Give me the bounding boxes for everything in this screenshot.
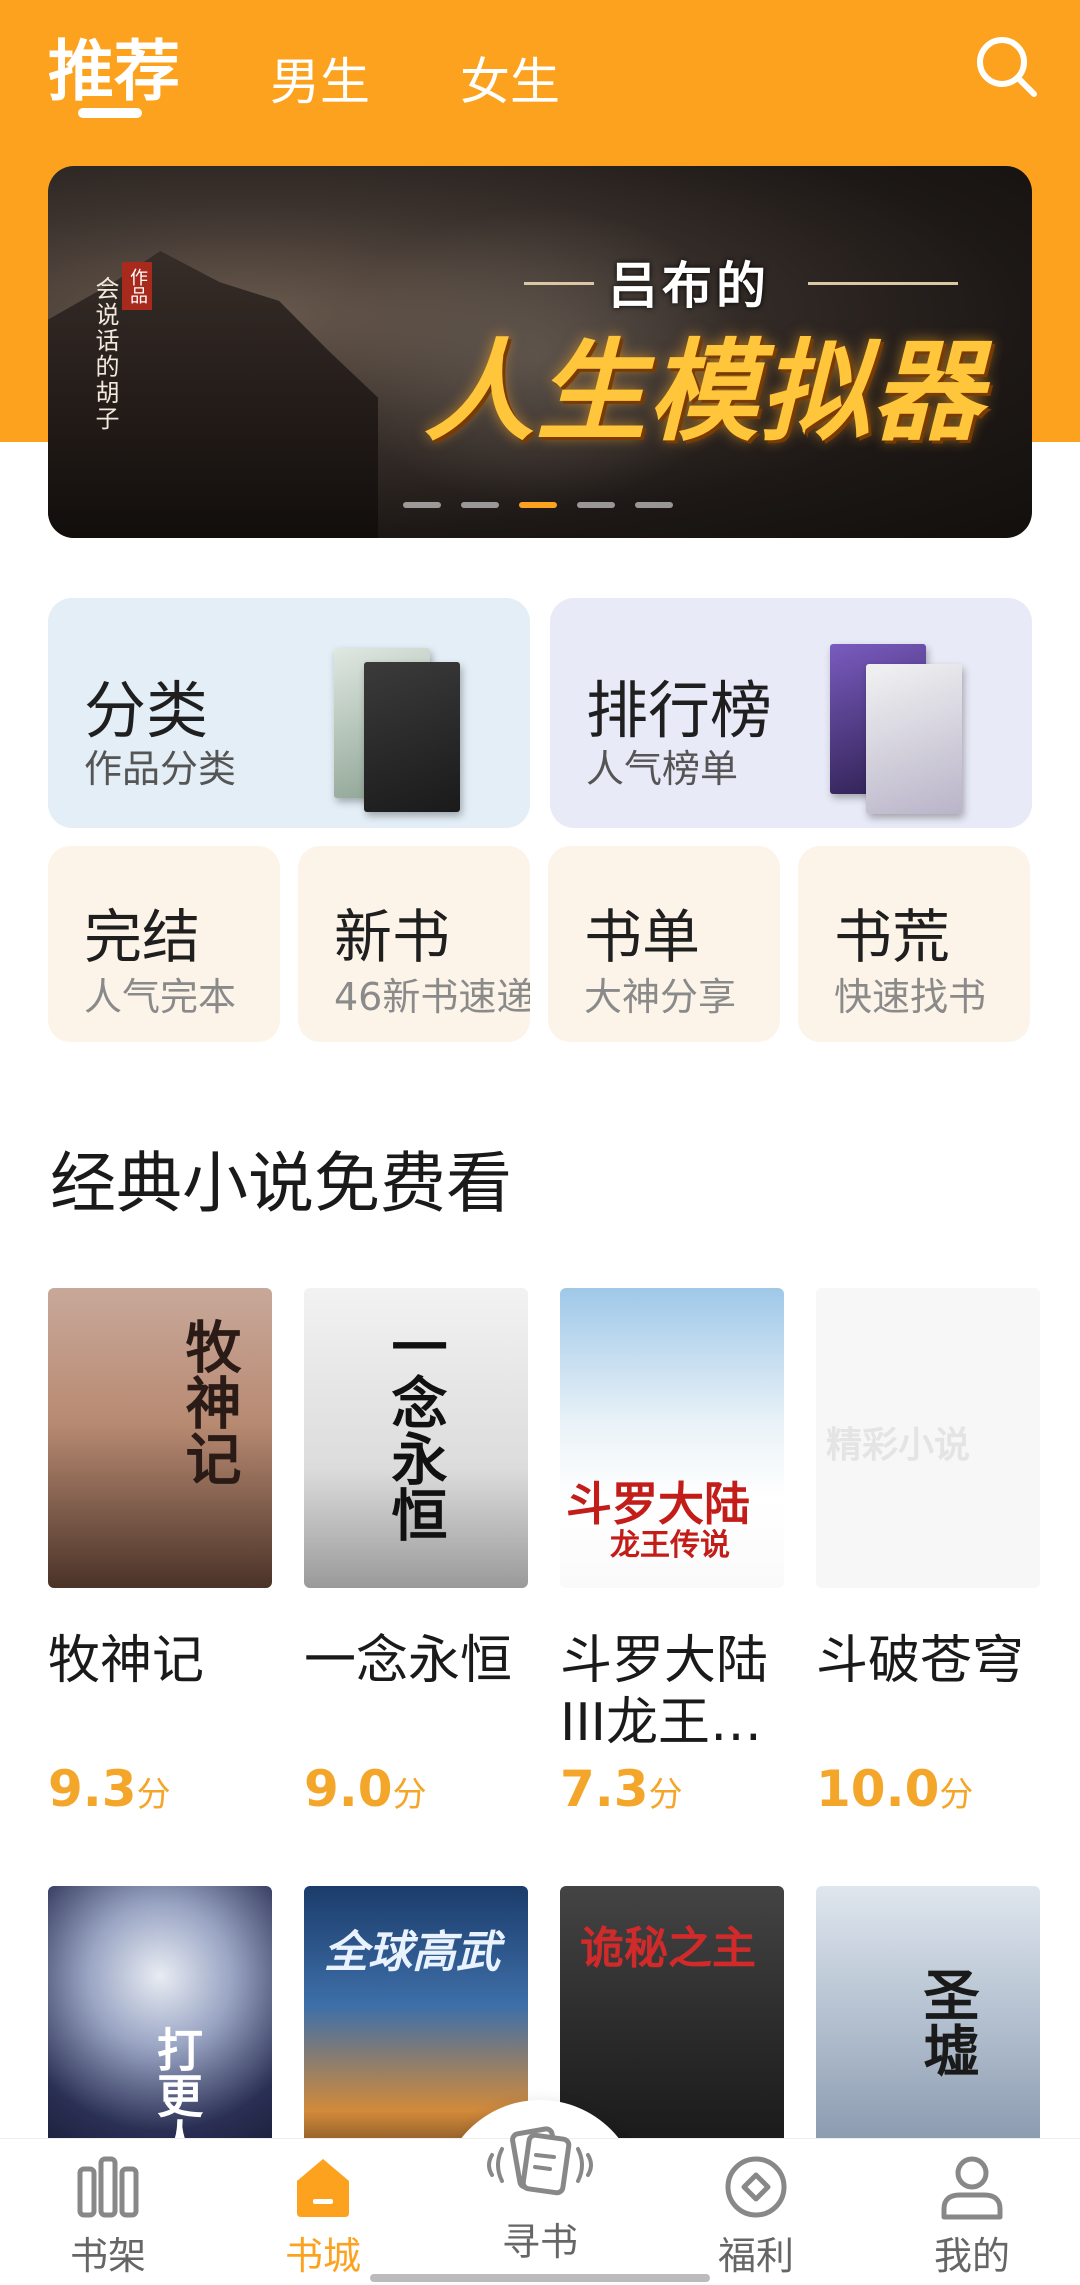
category-subtitle: 作品分类 xyxy=(84,747,237,791)
book-score: 9.0分 xyxy=(304,1760,427,1818)
top-tabs: 推荐 男生 女生 xyxy=(48,18,650,114)
cover-title: 全球高武 xyxy=(324,1927,500,1978)
book-cover: 牧神记 xyxy=(48,1288,272,1588)
book-title: 一念永恒 xyxy=(304,1631,513,1691)
shortcut-subtitle: 46新书速递 xyxy=(334,975,530,1019)
cover-title: 圣墟 xyxy=(914,1966,979,2078)
book-score: 10.0分 xyxy=(816,1760,974,1818)
banner-dot[interactable] xyxy=(635,502,673,508)
book-stack-image xyxy=(830,644,962,814)
shortcut-subtitle: 人气完本 xyxy=(84,975,237,1019)
banner-seal: 作品 xyxy=(122,262,152,310)
category-card[interactable]: 分类 作品分类 xyxy=(48,598,530,828)
banner-pagination xyxy=(403,502,673,508)
active-tab-indicator xyxy=(78,108,142,118)
banner-deco-line-right xyxy=(808,282,958,285)
nav-label: 寻书 xyxy=(501,2220,578,2264)
book-score: 7.3分 xyxy=(560,1760,683,1818)
book-stack-image xyxy=(334,644,464,814)
banner-author: 会说话的胡子 xyxy=(91,276,119,432)
book-cover: 一念永恒 xyxy=(304,1288,528,1588)
nav-label: 我的 xyxy=(933,2234,1010,2278)
banner-deco-line-left xyxy=(524,282,594,285)
ranking-subtitle: 人气榜单 xyxy=(586,747,739,791)
home-indicator xyxy=(370,2274,710,2282)
nav-item-bookshelf[interactable]: 书架 xyxy=(38,2151,178,2280)
tab-male[interactable]: 男生 xyxy=(270,42,370,114)
shortcut-subtitle: 快速找书 xyxy=(834,975,987,1019)
banner-dot[interactable] xyxy=(461,502,499,508)
book-title: 斗罗大陆III龙王… xyxy=(560,1631,769,1753)
nav-item-find-book[interactable]: 寻书 xyxy=(470,2117,610,2266)
cover-title: 牧神记 xyxy=(176,1318,241,1486)
banner-dot[interactable] xyxy=(403,502,441,508)
shortcut-completed[interactable]: 完结 人气完本 xyxy=(48,846,280,1042)
book-title: 斗破苍穹 xyxy=(816,1631,1025,1691)
book-item[interactable]: 牧神记 牧神记 9.3分 xyxy=(48,1288,272,1818)
book-item[interactable]: 斗罗大陆 龙王传说 斗罗大陆III龙王… 7.3分 xyxy=(560,1288,784,1818)
book-item[interactable]: 一念永恒 一念永恒 9.0分 xyxy=(304,1288,528,1818)
banner-big-title: 人生模拟器 xyxy=(424,328,984,456)
ranking-card[interactable]: 排行榜 人气榜单 xyxy=(550,598,1032,828)
nav-item-profile[interactable]: 我的 xyxy=(902,2151,1042,2280)
shortcut-title: 新书 xyxy=(334,903,451,971)
shortcut-new-books[interactable]: 新书 46新书速递 xyxy=(298,846,530,1042)
cover-title: 诡秘之主 xyxy=(580,1923,756,1974)
book-cover-placeholder: 精彩小说 xyxy=(816,1288,1040,1588)
book-title: 牧神记 xyxy=(48,1631,205,1691)
shortcut-title: 书单 xyxy=(584,903,701,971)
category-title: 分类 xyxy=(84,674,209,747)
nav-label: 书架 xyxy=(69,2234,146,2278)
tab-recommend[interactable]: 推荐 xyxy=(48,18,180,114)
bookstore-home-icon xyxy=(297,2159,349,2217)
ranking-title: 排行榜 xyxy=(586,674,773,747)
cover-subtitle: 龙王传说 xyxy=(610,1528,730,1563)
tab-female[interactable]: 女生 xyxy=(460,42,560,114)
shortcut-book-famine[interactable]: 书荒 快速找书 xyxy=(798,846,1030,1042)
shortcut-subtitle: 大神分享 xyxy=(584,975,737,1019)
profile-icon xyxy=(941,2156,1003,2220)
cover-placeholder-text: 精彩小说 xyxy=(826,1425,971,1466)
nav-label: 书城 xyxy=(284,2234,361,2278)
nav-label: 福利 xyxy=(717,2234,794,2278)
section-title: 经典小说免费看 xyxy=(50,1145,512,1222)
promo-banner[interactable]: 作品 会说话的胡子 吕布的 人生模拟器 xyxy=(48,166,1032,538)
shortcut-title: 书荒 xyxy=(834,903,951,971)
banner-dot-active[interactable] xyxy=(519,502,557,508)
book-score: 9.3分 xyxy=(48,1760,171,1818)
book-cover: 斗罗大陆 龙王传说 xyxy=(560,1288,784,1588)
shortcut-title: 完结 xyxy=(84,903,201,971)
welfare-icon xyxy=(725,2156,787,2218)
search-icon[interactable] xyxy=(970,30,1042,102)
bookshelf-icon xyxy=(77,2156,139,2218)
nav-item-bookstore[interactable]: 书城 xyxy=(253,2151,393,2280)
shortcut-book-list[interactable]: 书单 大神分享 xyxy=(548,846,780,1042)
find-book-icon xyxy=(487,2126,593,2196)
bottom-navigation: 书架 书城 寻书 福利 我的 xyxy=(0,2126,1080,2285)
banner-dot[interactable] xyxy=(577,502,615,508)
book-item[interactable]: 精彩小说 斗破苍穹 10.0分 xyxy=(816,1288,1040,1818)
nav-item-welfare[interactable]: 福利 xyxy=(686,2151,826,2280)
cover-title: 一念永恒 xyxy=(382,1318,447,1542)
